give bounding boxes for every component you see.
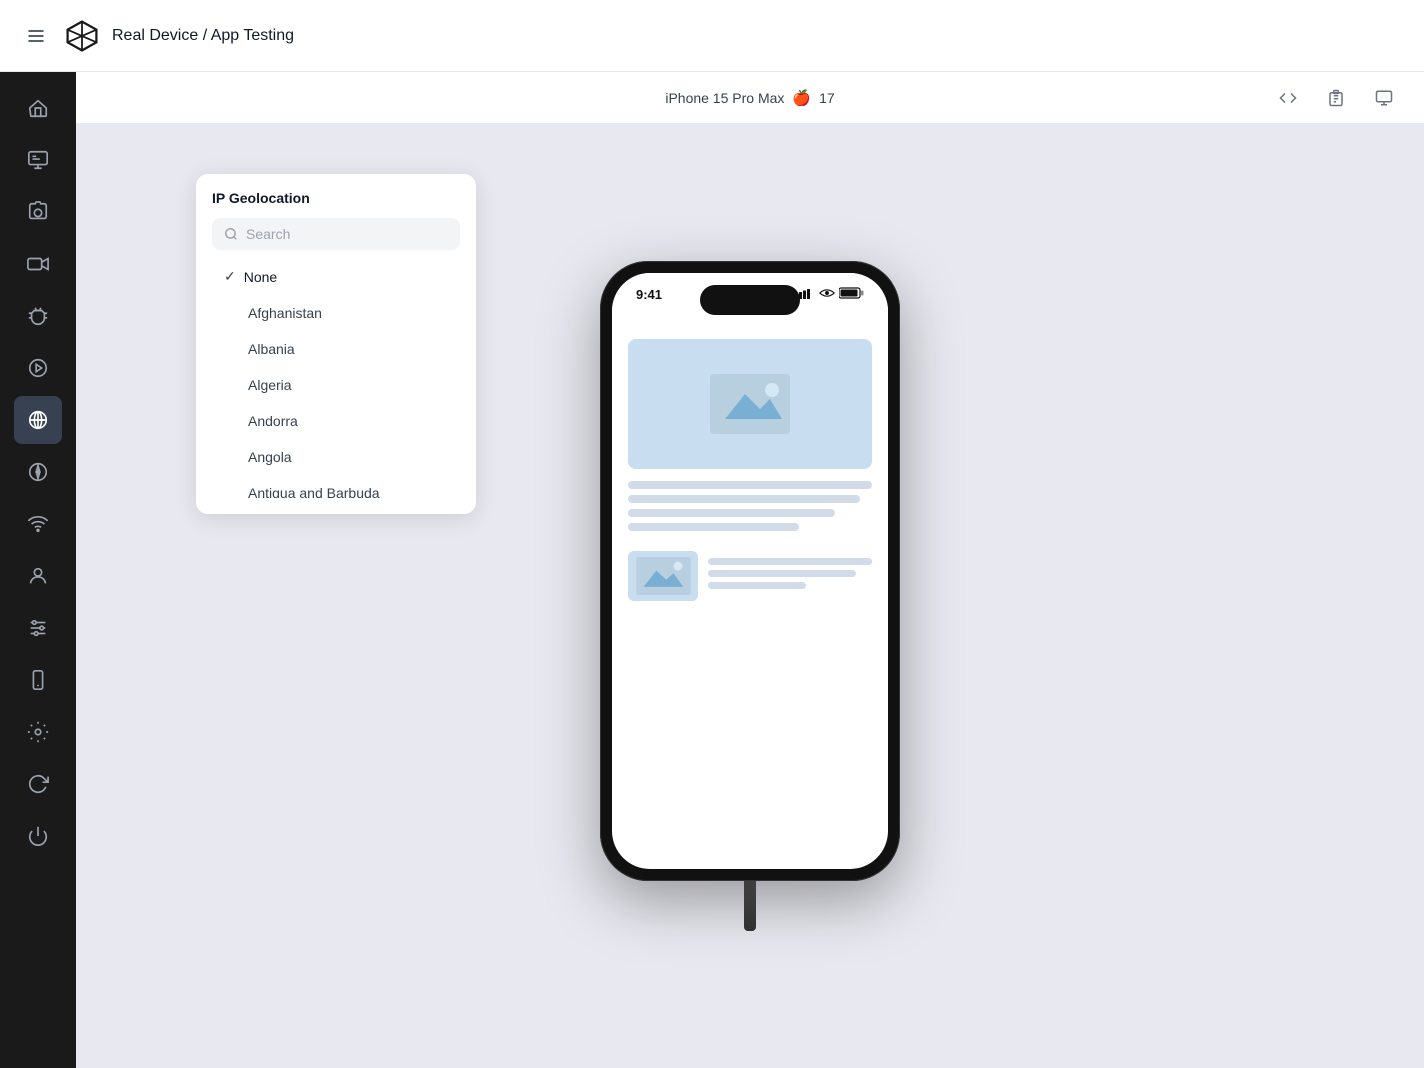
sidebar-item-sliders[interactable] <box>14 604 62 652</box>
phone-list-thumb <box>628 551 698 601</box>
main-layout: iPhone 15 Pro Max 🍎 17 <box>0 72 1424 1068</box>
device-settings-button[interactable] <box>1368 82 1400 114</box>
sidebar-item-video[interactable] <box>14 240 62 288</box>
geo-item-label: Algeria <box>248 377 292 393</box>
geo-item-albania[interactable]: Albania <box>212 331 460 367</box>
search-input[interactable] <box>246 226 448 242</box>
geo-item-none[interactable]: ✓ None <box>212 258 460 295</box>
geo-item-label: Andorra <box>248 413 298 429</box>
sidebar-item-power[interactable] <box>14 812 62 860</box>
phone-list-item <box>628 551 872 601</box>
geo-item-andorra[interactable]: Andorra <box>212 403 460 439</box>
sidebar-item-screenshot[interactable] <box>14 188 62 236</box>
geo-item-afghanistan[interactable]: Afghanistan <box>212 295 460 331</box>
sidebar-item-refresh[interactable] <box>14 760 62 808</box>
geo-item-label: Angola <box>248 449 292 465</box>
geo-item-label: Antigua and Barbuda <box>248 485 380 498</box>
phone-text-lines <box>628 481 872 531</box>
main-content: IP Geolocation ✓ None Afghanistan Albania Al… <box>76 124 1424 1068</box>
sidebar-item-device-info[interactable] <box>14 656 62 704</box>
geo-item-label: Albania <box>248 341 295 357</box>
sidebar-item-network[interactable] <box>14 500 62 548</box>
geo-item-antigua[interactable]: Antigua and Barbuda <box>212 475 460 498</box>
device-header: iPhone 15 Pro Max 🍎 17 <box>76 72 1424 124</box>
app-logo <box>64 18 100 54</box>
phone-container: 9:41 <box>600 261 900 931</box>
geo-panel: IP Geolocation ✓ None Afghanistan Albania Al… <box>196 174 476 514</box>
sidebar-item-geolocation[interactable] <box>14 396 62 444</box>
phone-mockup: 9:41 <box>600 261 900 881</box>
device-actions <box>1272 82 1400 114</box>
sidebar-item-profile[interactable] <box>14 552 62 600</box>
phone-time: 9:41 <box>636 287 662 302</box>
content-area: iPhone 15 Pro Max 🍎 17 <box>76 72 1424 1068</box>
phone-status-icons <box>799 287 864 299</box>
sidebar-item-debug[interactable] <box>14 292 62 340</box>
sidebar-item-compass[interactable] <box>14 448 62 496</box>
geo-item-label: None <box>244 269 277 285</box>
geo-panel-title: IP Geolocation <box>212 190 460 206</box>
geo-item-angola[interactable]: Angola <box>212 439 460 475</box>
page-title: Real Device / App Testing <box>112 27 294 45</box>
code-button[interactable] <box>1272 82 1304 114</box>
menu-button[interactable] <box>20 20 52 52</box>
phone-image-large <box>628 339 872 469</box>
ios-version: 17 <box>819 90 835 106</box>
sidebar-item-settings[interactable] <box>14 708 62 756</box>
geo-search-container <box>212 218 460 250</box>
sidebar <box>0 72 76 1068</box>
clipboard-button[interactable] <box>1320 82 1352 114</box>
search-icon <box>224 227 238 241</box>
phone-app-content <box>612 323 888 617</box>
phone-screen: 9:41 <box>612 273 888 869</box>
device-name: iPhone 15 Pro Max <box>665 90 784 106</box>
geo-item-label: Afghanistan <box>248 305 322 321</box>
dynamic-island <box>700 285 800 315</box>
geo-item-algeria[interactable]: Algeria <box>212 367 460 403</box>
sidebar-item-inspector[interactable] <box>14 136 62 184</box>
checkmark-icon: ✓ <box>224 268 236 285</box>
phone-cable <box>744 881 756 931</box>
top-bar: Real Device / App Testing <box>0 0 1424 72</box>
sidebar-item-media[interactable] <box>14 344 62 392</box>
geo-list: ✓ None Afghanistan Albania Algeria Andorra Ang… <box>212 258 460 498</box>
sidebar-item-home[interactable] <box>14 84 62 132</box>
device-info: iPhone 15 Pro Max 🍎 17 <box>665 89 834 107</box>
phone-list-text <box>708 558 872 594</box>
apple-icon: 🍎 <box>792 89 811 107</box>
